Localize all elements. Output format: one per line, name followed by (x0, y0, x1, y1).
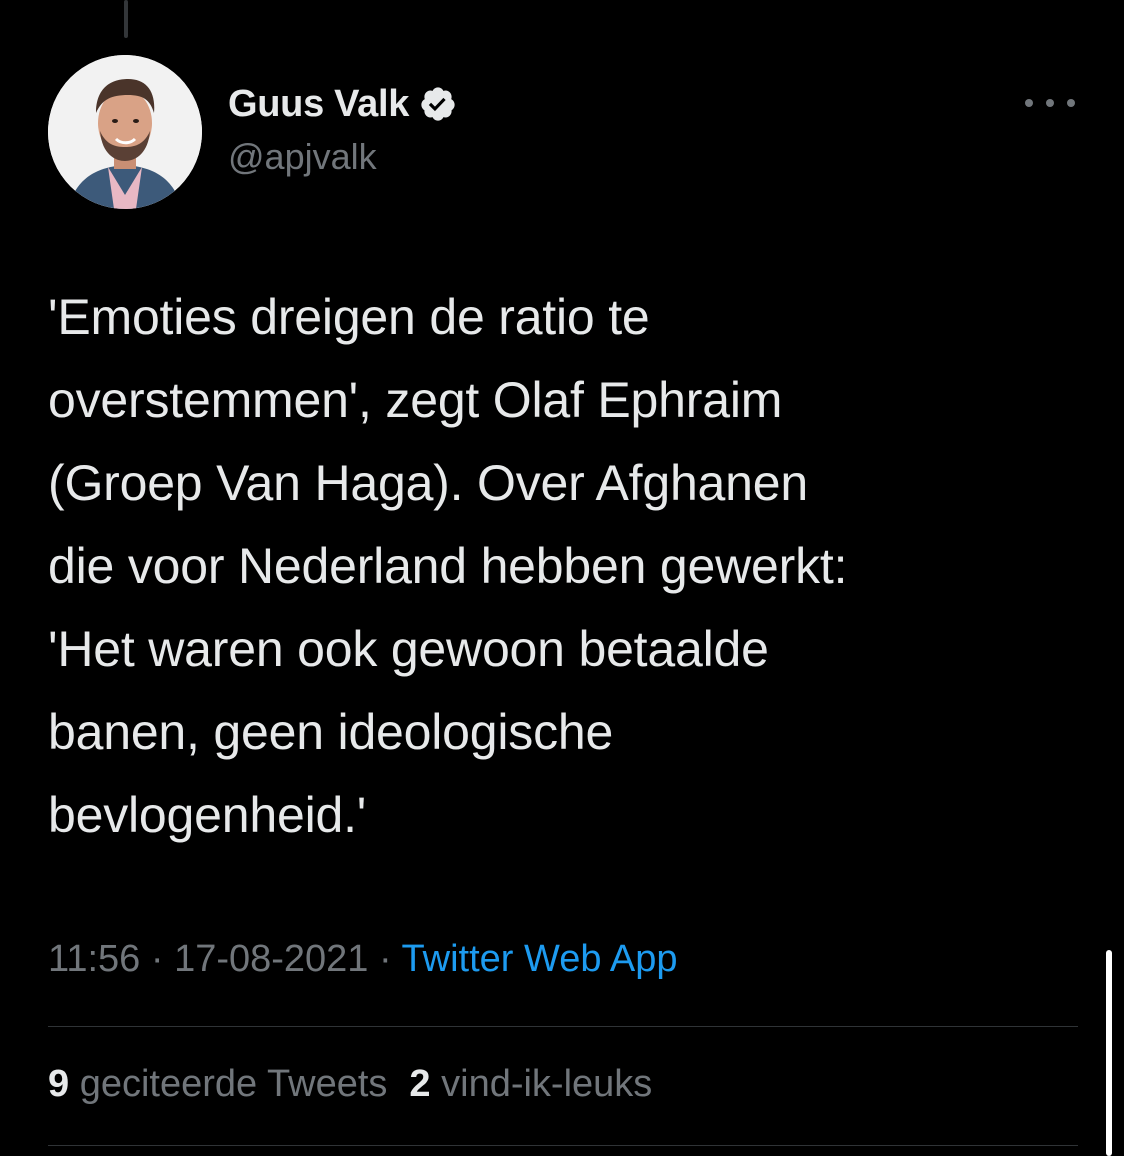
avatar[interactable] (48, 55, 202, 209)
quote-tweets-count: 9 (48, 1063, 70, 1105)
tweet-source-link[interactable]: Twitter Web App (402, 938, 678, 980)
quote-tweets-stat[interactable]: 9 geciteerde Tweets (48, 1063, 387, 1105)
dot (1025, 99, 1033, 107)
meta-separator: · (368, 938, 402, 980)
likes-count: 2 (409, 1063, 431, 1105)
tweet-time[interactable]: 11:56 (48, 938, 140, 980)
avatar-image (48, 55, 202, 209)
divider (48, 1026, 1078, 1027)
tweet-text: 'Emoties dreigen de ratio te overstemmen… (48, 289, 848, 843)
tweet-meta: 11:56 · 17-08-2021 · Twitter Web App (48, 938, 678, 981)
divider (48, 1145, 1078, 1146)
author-handle[interactable]: @apjvalk (228, 136, 457, 178)
likes-label: vind-ik-leuks (441, 1063, 653, 1105)
thread-connector-line (124, 0, 128, 38)
dot (1046, 99, 1054, 107)
dot (1067, 99, 1075, 107)
more-options-icon[interactable] (1025, 88, 1075, 118)
scrollbar[interactable] (1106, 950, 1112, 1156)
author-display-name[interactable]: Guus Valk (228, 83, 409, 126)
verified-badge-icon (421, 87, 455, 121)
meta-separator: · (140, 938, 175, 980)
likes-stat[interactable]: 2 vind-ik-leuks (409, 1063, 652, 1105)
quote-tweets-label: geciteerde Tweets (79, 1063, 388, 1105)
author-block[interactable]: Guus Valk @apjvalk (228, 80, 457, 178)
name-row: Guus Valk (228, 80, 457, 128)
tweet-detail-page: Guus Valk @apjvalk 'Emoties dreigen de r… (0, 0, 1124, 1156)
tweet-date[interactable]: 17-08-2021 (174, 938, 368, 980)
tweet-stats: 9 geciteerde Tweets 2 vind-ik-leuks (48, 1063, 652, 1106)
